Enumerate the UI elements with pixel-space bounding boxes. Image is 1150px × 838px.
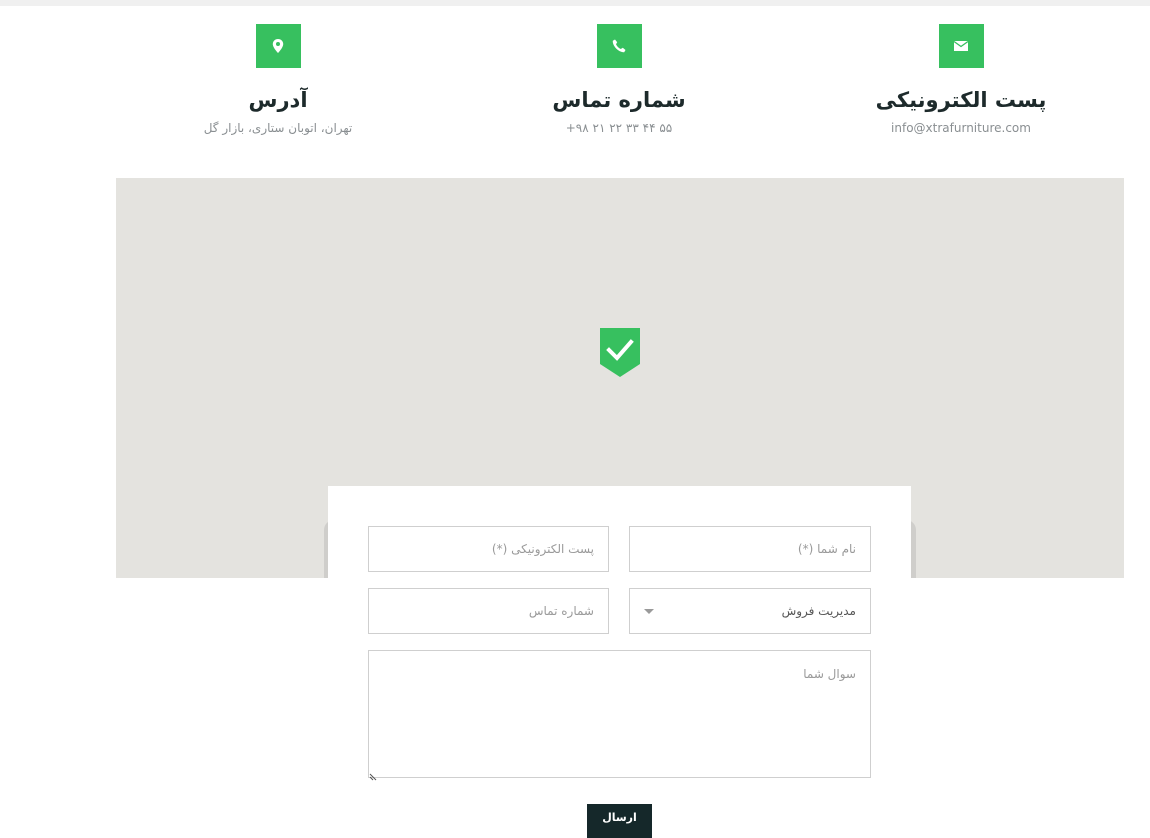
email-block: پست الکترونیکی info@xtrafurniture.com — [861, 24, 1061, 135]
address-value: تهران، اتوبان ستاری، بازار گل — [203, 121, 353, 135]
top-bar — [0, 0, 1150, 6]
email-title: پست الکترونیکی — [875, 88, 1047, 112]
question-textarea[interactable] — [368, 650, 871, 778]
phone-block: شماره تماس +۹۸ ۲۱ ۲۲ ۳۳ ۴۴ ۵۵ — [519, 24, 719, 135]
phone-icon — [596, 24, 642, 68]
map-pin-icon — [255, 24, 301, 68]
email-value: info@xtrafurniture.com — [891, 121, 1031, 135]
department-select[interactable]: مدیریت فروش — [629, 588, 871, 634]
phone-value: +۹۸ ۲۱ ۲۲ ۳۳ ۴۴ ۵۵ — [565, 121, 673, 135]
address-title: آدرس — [248, 88, 308, 112]
envelope-icon — [938, 24, 984, 68]
chevron-down-icon — [644, 609, 654, 614]
department-selected-value: مدیریت فروش — [781, 604, 856, 618]
submit-button[interactable]: ارسال — [587, 804, 652, 838]
resize-handle-icon[interactable] — [369, 766, 379, 781]
address-block: آدرس تهران، اتوبان ستاری، بازار گل — [178, 24, 378, 135]
check-shield-icon[interactable] — [598, 326, 642, 378]
phone-input[interactable] — [368, 588, 609, 634]
phone-title: شماره تماس — [552, 88, 686, 112]
email-input[interactable] — [368, 526, 609, 572]
name-input[interactable] — [629, 526, 871, 572]
